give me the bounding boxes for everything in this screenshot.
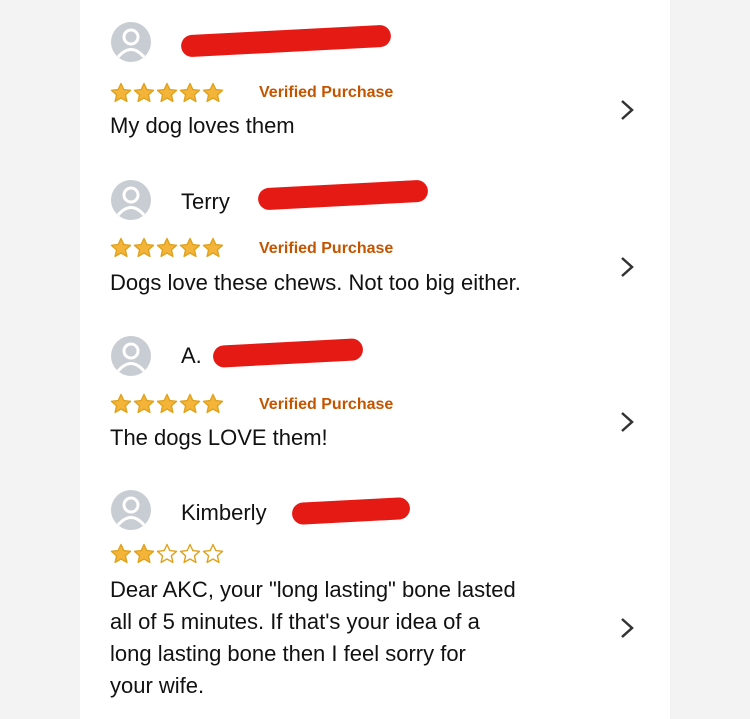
review-text: The dogs LOVE them! (110, 425, 328, 450)
verified-purchase-label: Verified Purchase (259, 396, 394, 413)
star-filled-icon (202, 393, 224, 414)
reviewer-name: A. (181, 343, 202, 368)
star-filled-icon (110, 237, 132, 258)
chevron-right-icon[interactable] (617, 255, 637, 279)
person-icon (116, 28, 146, 59)
review-card[interactable]: Verified Purchase My dog loves them (80, 0, 670, 160)
review-card[interactable]: A. Verified Purchase The dogs LOVE them! (80, 320, 670, 480)
star-filled-icon (133, 393, 155, 414)
star-filled-icon (202, 82, 224, 103)
review-card[interactable]: Terry Verified Purchase Dogs love these … (80, 160, 670, 320)
star-empty-icon (202, 543, 224, 564)
star-filled-icon (133, 237, 155, 258)
star-filled-icon (156, 393, 178, 414)
reviewer-name: Kimberly (181, 500, 267, 525)
star-empty-icon (179, 543, 201, 564)
star-filled-icon (110, 543, 132, 564)
verified-purchase-label: Verified Purchase (259, 240, 394, 257)
verified-purchase-label: Verified Purchase (259, 84, 394, 101)
chevron-right-icon[interactable] (617, 616, 637, 640)
reviewer-name: Terry (181, 189, 230, 214)
review-text: Dear AKC, your "long lasting" bone laste… (110, 574, 590, 702)
star-rating (110, 237, 224, 259)
review-text-line: your wife. (110, 673, 205, 698)
avatar (111, 180, 151, 220)
star-rating (110, 393, 224, 415)
redaction-mark (180, 24, 392, 58)
avatar (111, 336, 151, 376)
star-filled-icon (110, 82, 132, 103)
star-empty-icon (156, 543, 178, 564)
star-rating (110, 82, 224, 104)
review-text: My dog loves them (110, 113, 295, 138)
review-card[interactable]: Kimberly Dear AKC, your "long lasting" b… (80, 480, 670, 719)
review-text: Dogs love these chews. Not too big eithe… (110, 270, 521, 295)
star-filled-icon (202, 237, 224, 258)
star-filled-icon (133, 543, 155, 564)
chevron-right-icon[interactable] (617, 410, 637, 434)
redaction-mark (212, 338, 364, 368)
person-icon (116, 496, 146, 527)
redaction-mark (291, 496, 411, 526)
chevron-right-icon[interactable] (617, 98, 637, 122)
star-filled-icon (110, 393, 132, 414)
star-filled-icon (156, 237, 178, 258)
avatar (111, 22, 151, 62)
star-filled-icon (179, 237, 201, 258)
person-icon (116, 342, 146, 373)
person-icon (116, 186, 146, 217)
avatar (111, 490, 151, 530)
review-text-line: Dear AKC, your "long lasting" bone laste… (110, 577, 516, 602)
review-text-line: long lasting bone then I feel sorry for (110, 641, 466, 666)
star-rating (110, 543, 224, 565)
reviews-panel: Verified Purchase My dog loves them Terr… (80, 0, 670, 719)
review-text-line: all of 5 minutes. If that's your idea of… (110, 609, 480, 634)
star-filled-icon (179, 82, 201, 103)
star-filled-icon (133, 82, 155, 103)
redaction-mark (257, 179, 429, 211)
star-filled-icon (156, 82, 178, 103)
star-filled-icon (179, 393, 201, 414)
